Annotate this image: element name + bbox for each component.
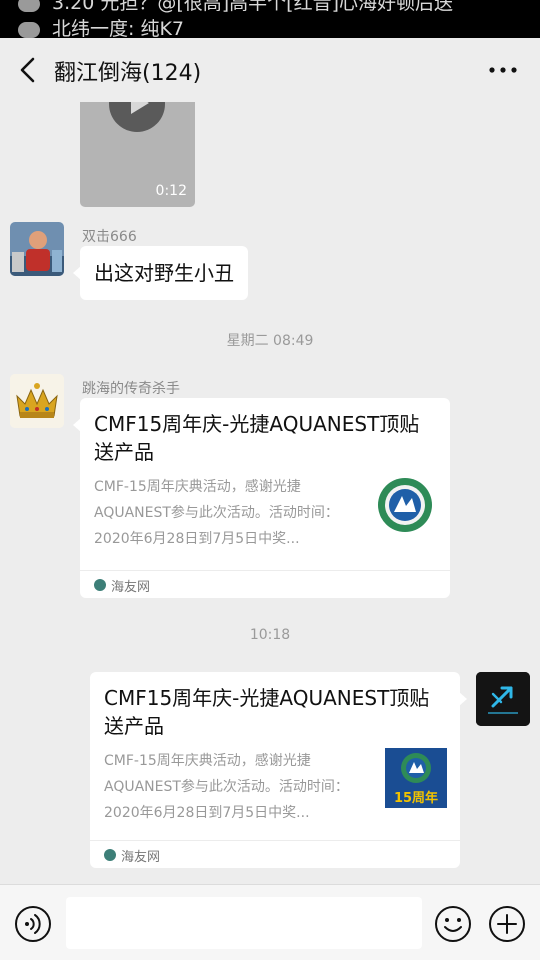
card-description: CMF-15周年庆典活动，感谢光捷AQUANEST参与此次活动。活动时间：202…	[104, 753, 349, 821]
chat-header: 翻江倒海(124)	[0, 38, 540, 102]
card-thumbnail	[378, 478, 432, 532]
source-icon	[104, 849, 116, 861]
sender-name: 跳海的传奇杀手	[82, 381, 180, 397]
wechat-icon	[18, 21, 40, 38]
card-thumbnail: 15周年	[385, 748, 447, 808]
source-icon	[94, 579, 106, 591]
avatar[interactable]	[10, 222, 64, 276]
wechat-icon	[18, 0, 40, 12]
ellipsis-icon[interactable]	[486, 56, 520, 84]
card-footer: 海友网	[90, 840, 460, 868]
card-source: 海友网	[111, 580, 151, 595]
card-source: 海友网	[121, 850, 161, 865]
message-text: 出这对野生小丑	[94, 261, 234, 285]
chevron-left-icon[interactable]	[12, 52, 46, 88]
input-bar	[0, 884, 540, 960]
sender-name: 双击666	[82, 229, 137, 245]
plus-icon[interactable]	[488, 905, 526, 943]
emoji-icon[interactable]	[434, 905, 472, 943]
chat-title: 翻江倒海(124)	[54, 61, 202, 86]
link-card[interactable]: CMF15周年庆-光捷AQUANEST顶贴送产品 CMF-15周年庆典活动，感谢…	[73, 398, 450, 598]
card-title: CMF15周年庆-光捷AQUANEST顶贴送产品	[94, 412, 420, 464]
card-title: CMF15周年庆-光捷AQUANEST顶贴送产品	[104, 686, 430, 738]
card-footer: 海友网	[80, 570, 450, 598]
notification-text: 北纬一度: 纯K7	[52, 18, 184, 38]
avatar[interactable]	[476, 672, 530, 726]
status-bar: 3.20 元担？@[很高]高半个[红音]心海好顿后送 北纬一度: 纯K7	[0, 0, 540, 38]
thumbnail-label: 15周年	[393, 791, 439, 806]
notification-line: 3.20 元担？@[很高]高半个[红音]心海好顿后送	[18, 0, 453, 15]
video-message[interactable]: 0:12	[80, 102, 195, 207]
play-icon[interactable]	[109, 102, 165, 132]
video-duration: 0:12	[155, 183, 187, 199]
voice-icon[interactable]	[14, 905, 52, 943]
notification-line: 北纬一度: 纯K7	[18, 14, 184, 38]
notification-text: 3.20 元担？@[很高]高半个[红音]心海好顿后送	[52, 0, 453, 14]
timestamp: 10:18	[249, 627, 291, 643]
text-message-bubble[interactable]: 出这对野生小丑	[73, 246, 248, 300]
link-card[interactable]: CMF15周年庆-光捷AQUANEST顶贴送产品 CMF-15周年庆典活动，感谢…	[90, 672, 467, 868]
avatar[interactable]	[10, 374, 64, 428]
card-description: CMF-15周年庆典活动，感谢光捷AQUANEST参与此次活动。活动时间：202…	[94, 479, 339, 547]
timestamp: 星期二 08:49	[226, 333, 314, 349]
message-input[interactable]	[66, 897, 422, 949]
